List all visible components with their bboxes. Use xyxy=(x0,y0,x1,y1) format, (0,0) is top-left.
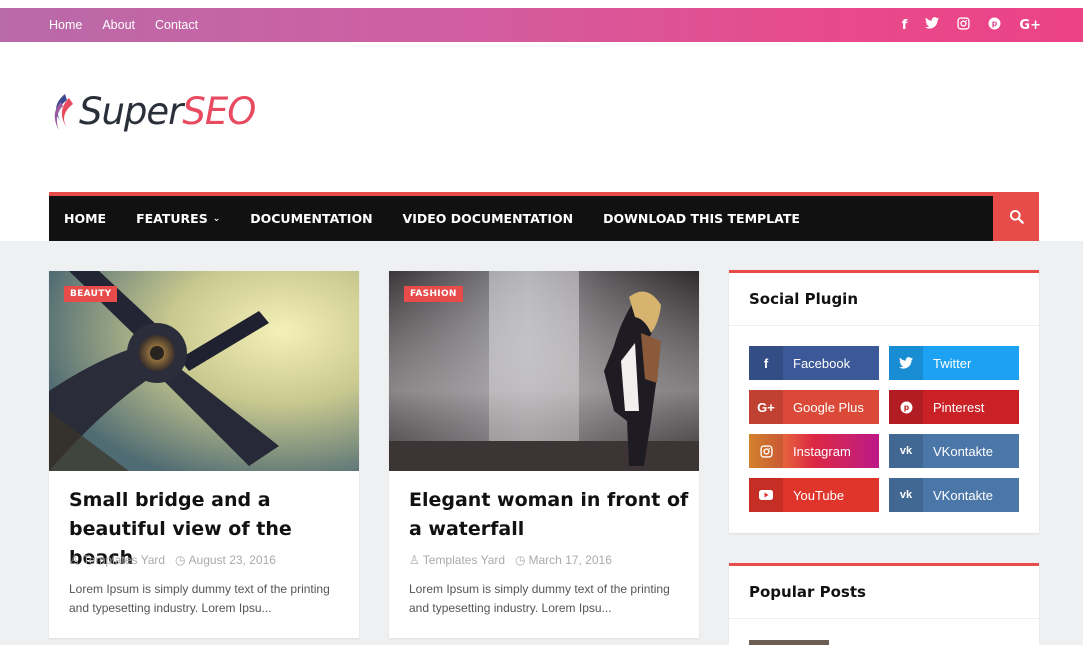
social-button-facebook[interactable]: f Facebook xyxy=(749,346,879,380)
logo-flame-icon xyxy=(54,93,73,130)
search-button[interactable] xyxy=(993,192,1039,241)
widget-title: Social Plugin xyxy=(729,273,1039,326)
post-excerpt: Lorem Ipsum is simply dummy text of the … xyxy=(69,582,330,615)
post-meta: ♙ Templates Yard ◷ August 23, 2016 xyxy=(69,553,276,567)
top-nav-contact[interactable]: Contact xyxy=(155,18,198,32)
logo-text-seo: SEO xyxy=(182,90,256,133)
user-icon: ♙ xyxy=(409,553,420,567)
category-badge[interactable]: FASHION xyxy=(404,286,463,302)
pinterest-icon: p xyxy=(889,390,923,424)
nav-features[interactable]: FEATURES ⌄ xyxy=(136,211,220,226)
social-button-vkontakte[interactable]: vk VKontakte xyxy=(889,434,1019,468)
post-author[interactable]: Templates Yard xyxy=(83,553,165,567)
clock-icon: ◷ xyxy=(175,553,186,567)
youtube-icon xyxy=(749,478,783,512)
user-icon: ♙ xyxy=(69,553,80,567)
chevron-down-icon: ⌄ xyxy=(212,213,221,224)
nav-download-template[interactable]: DOWNLOAD THIS TEMPLATE xyxy=(603,211,800,226)
google-plus-icon: G+ xyxy=(749,390,783,424)
google-plus-icon[interactable]: G+ xyxy=(1019,18,1041,33)
social-buttons-grid: f Facebook Twitter G+ Google Plus p Pint… xyxy=(729,326,1039,532)
instagram-icon xyxy=(749,434,783,468)
facebook-icon[interactable]: f xyxy=(902,18,908,33)
post-date: March 17, 2016 xyxy=(528,553,612,567)
post-card[interactable]: FASHION Elegant woman in front of a wate… xyxy=(389,271,699,638)
vk-icon: vk xyxy=(889,478,923,512)
post-date: August 23, 2016 xyxy=(188,553,276,567)
clock-icon: ◷ xyxy=(515,553,526,567)
svg-text:p: p xyxy=(903,403,909,412)
post-author[interactable]: Templates Yard xyxy=(423,553,505,567)
post-image[interactable]: FASHION xyxy=(389,271,699,471)
main-nav: HOME FEATURES ⌄ DOCUMENTATION VIDEO DOCUM… xyxy=(49,192,1039,241)
nav-features-label: FEATURES xyxy=(136,211,208,226)
top-nav-home[interactable]: Home xyxy=(49,18,82,32)
top-nav-about[interactable]: About xyxy=(102,18,135,32)
social-button-pinterest[interactable]: p Pinterest xyxy=(889,390,1019,424)
social-button-instagram[interactable]: Instagram xyxy=(749,434,879,468)
social-plugin-widget: Social Plugin f Facebook Twitter G+ Goog… xyxy=(729,270,1039,533)
post-meta: ♙ Templates Yard ◷ March 17, 2016 xyxy=(409,553,612,567)
post-excerpt: Lorem Ipsum is simply dummy text of the … xyxy=(409,582,670,615)
popular-post-thumbnail[interactable] xyxy=(749,640,829,645)
post-card[interactable]: BEAUTY Small bridge and a beautiful view… xyxy=(49,271,359,638)
logo-text-super: Super xyxy=(79,90,183,133)
site-header: SuperSEO HOME FEATURES ⌄ DOCUMENTATION VI… xyxy=(0,42,1083,241)
category-badge[interactable]: BEAUTY xyxy=(64,286,118,302)
nav-documentation[interactable]: DOCUMENTATION xyxy=(250,211,372,226)
social-button-youtube[interactable]: YouTube xyxy=(749,478,879,512)
top-nav: Home About Contact xyxy=(49,8,198,42)
top-strip xyxy=(0,0,1083,8)
twitter-icon xyxy=(889,346,923,380)
popular-posts-widget: Popular Posts xyxy=(729,563,1039,645)
facebook-icon: f xyxy=(749,346,783,380)
top-bar: Home About Contact f p G+ xyxy=(0,8,1083,42)
post-title[interactable]: Elegant woman in front of a waterfall xyxy=(409,486,689,544)
twitter-icon[interactable] xyxy=(925,17,940,33)
nav-video-documentation[interactable]: VIDEO DOCUMENTATION xyxy=(403,211,574,226)
post-image[interactable]: BEAUTY xyxy=(49,271,359,471)
vk-icon: vk xyxy=(889,434,923,468)
search-icon xyxy=(1009,209,1024,224)
pinterest-icon[interactable]: p xyxy=(988,17,1001,34)
instagram-icon[interactable] xyxy=(957,16,971,34)
social-button-twitter[interactable]: Twitter xyxy=(889,346,1019,380)
social-button-google-plus[interactable]: G+ Google Plus xyxy=(749,390,879,424)
nav-home[interactable]: HOME xyxy=(64,211,106,226)
widget-title: Popular Posts xyxy=(729,566,1039,619)
social-button-vkontakte[interactable]: vk VKontakte xyxy=(889,478,1019,512)
top-social-icons: f p G+ xyxy=(902,8,1041,42)
site-logo[interactable]: SuperSEO xyxy=(49,90,256,133)
svg-text:p: p xyxy=(992,19,998,28)
